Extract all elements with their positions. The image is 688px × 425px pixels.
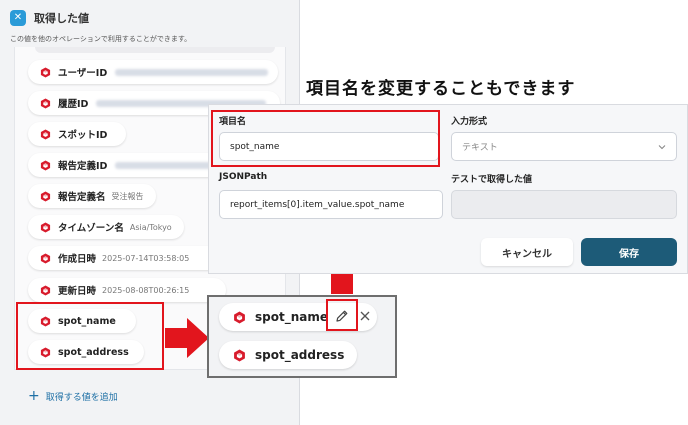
pencil-highlight: [326, 299, 358, 331]
gem-icon: [40, 67, 51, 78]
zoom-item-spot-address[interactable]: spot_address: [219, 341, 357, 369]
panel-header: ✕ 取得した値: [10, 10, 89, 26]
gem-icon: [40, 129, 51, 140]
add-value-button[interactable]: + 取得する値を追加: [28, 389, 118, 403]
jsonpath-input[interactable]: report_items[0].item_value.spot_name: [219, 190, 443, 219]
jsonpath-label: JSONPath: [219, 172, 268, 182]
item-name: spot_name: [255, 310, 328, 324]
panel-description: この値を他のオペレーションで利用することができます。: [10, 35, 192, 43]
gem-icon: [40, 160, 51, 171]
value-item-spot-id[interactable]: スポットID: [28, 122, 126, 146]
arrow-right-icon: [165, 318, 209, 358]
panel-title: 取得した値: [34, 12, 89, 25]
chevron-down-icon: [658, 145, 666, 150]
item-name: タイムゾーン名: [58, 223, 124, 234]
test-value-label: テストで取得した値: [451, 175, 533, 185]
item-value: 2025-08-08T00:26:15: [102, 285, 190, 295]
gem-icon: [40, 191, 51, 202]
input-type-select[interactable]: テキスト: [451, 132, 677, 161]
item-value: 2025-07-14T03:58:05: [102, 253, 190, 263]
item-name: 履歴ID: [58, 99, 89, 110]
input-type-label: 入力形式: [451, 117, 488, 127]
close-icon[interactable]: [359, 310, 371, 322]
gem-icon: [233, 311, 246, 324]
zoomed-items-box: spot_name spot_address: [207, 295, 397, 378]
add-value-label: 取得する値を追加: [45, 392, 118, 403]
cancel-button[interactable]: キャンセル: [481, 238, 573, 266]
explanation-heading: 項目名を変更することもできます: [306, 79, 576, 99]
gem-icon: [40, 285, 51, 296]
value-item-timezone[interactable]: タイムゾーン名 Asia/Tokyo: [28, 215, 184, 239]
value-item-updated-at[interactable]: 更新日時 2025-08-08T00:26:15: [28, 278, 226, 302]
field-name-highlight: [211, 110, 440, 167]
list-item-partial: [35, 47, 275, 53]
test-value-field: [451, 190, 677, 219]
item-name: 報告定義名: [58, 192, 106, 203]
new-items-highlight: [16, 302, 164, 370]
value-item-created-at[interactable]: 作成日時 2025-07-14T03:58:05: [28, 246, 226, 270]
blurred-value: [115, 68, 268, 76]
value-item-user-id[interactable]: ユーザーID: [28, 60, 278, 84]
jsonpath-value: report_items[0].item_value.spot_name: [230, 199, 405, 210]
item-name: スポットID: [58, 130, 108, 141]
item-name: spot_address: [255, 348, 345, 362]
item-name: 作成日時: [58, 254, 97, 265]
gem-icon: [40, 98, 51, 109]
gem-icon: [40, 253, 51, 264]
app-logo-icon: ✕: [10, 10, 26, 26]
gem-icon: [233, 349, 246, 362]
value-item-report-def-name[interactable]: 報告定義名 受注報告: [28, 184, 156, 208]
input-type-value: テキスト: [462, 143, 498, 153]
item-value: 受注報告: [111, 191, 144, 201]
item-name: ユーザーID: [58, 68, 108, 79]
gem-icon: [40, 222, 51, 233]
plus-icon: +: [28, 388, 40, 404]
item-name: 報告定義ID: [58, 161, 108, 172]
save-button[interactable]: 保存: [581, 238, 677, 266]
item-name: 更新日時: [58, 286, 97, 297]
item-value: Asia/Tokyo: [129, 222, 172, 232]
